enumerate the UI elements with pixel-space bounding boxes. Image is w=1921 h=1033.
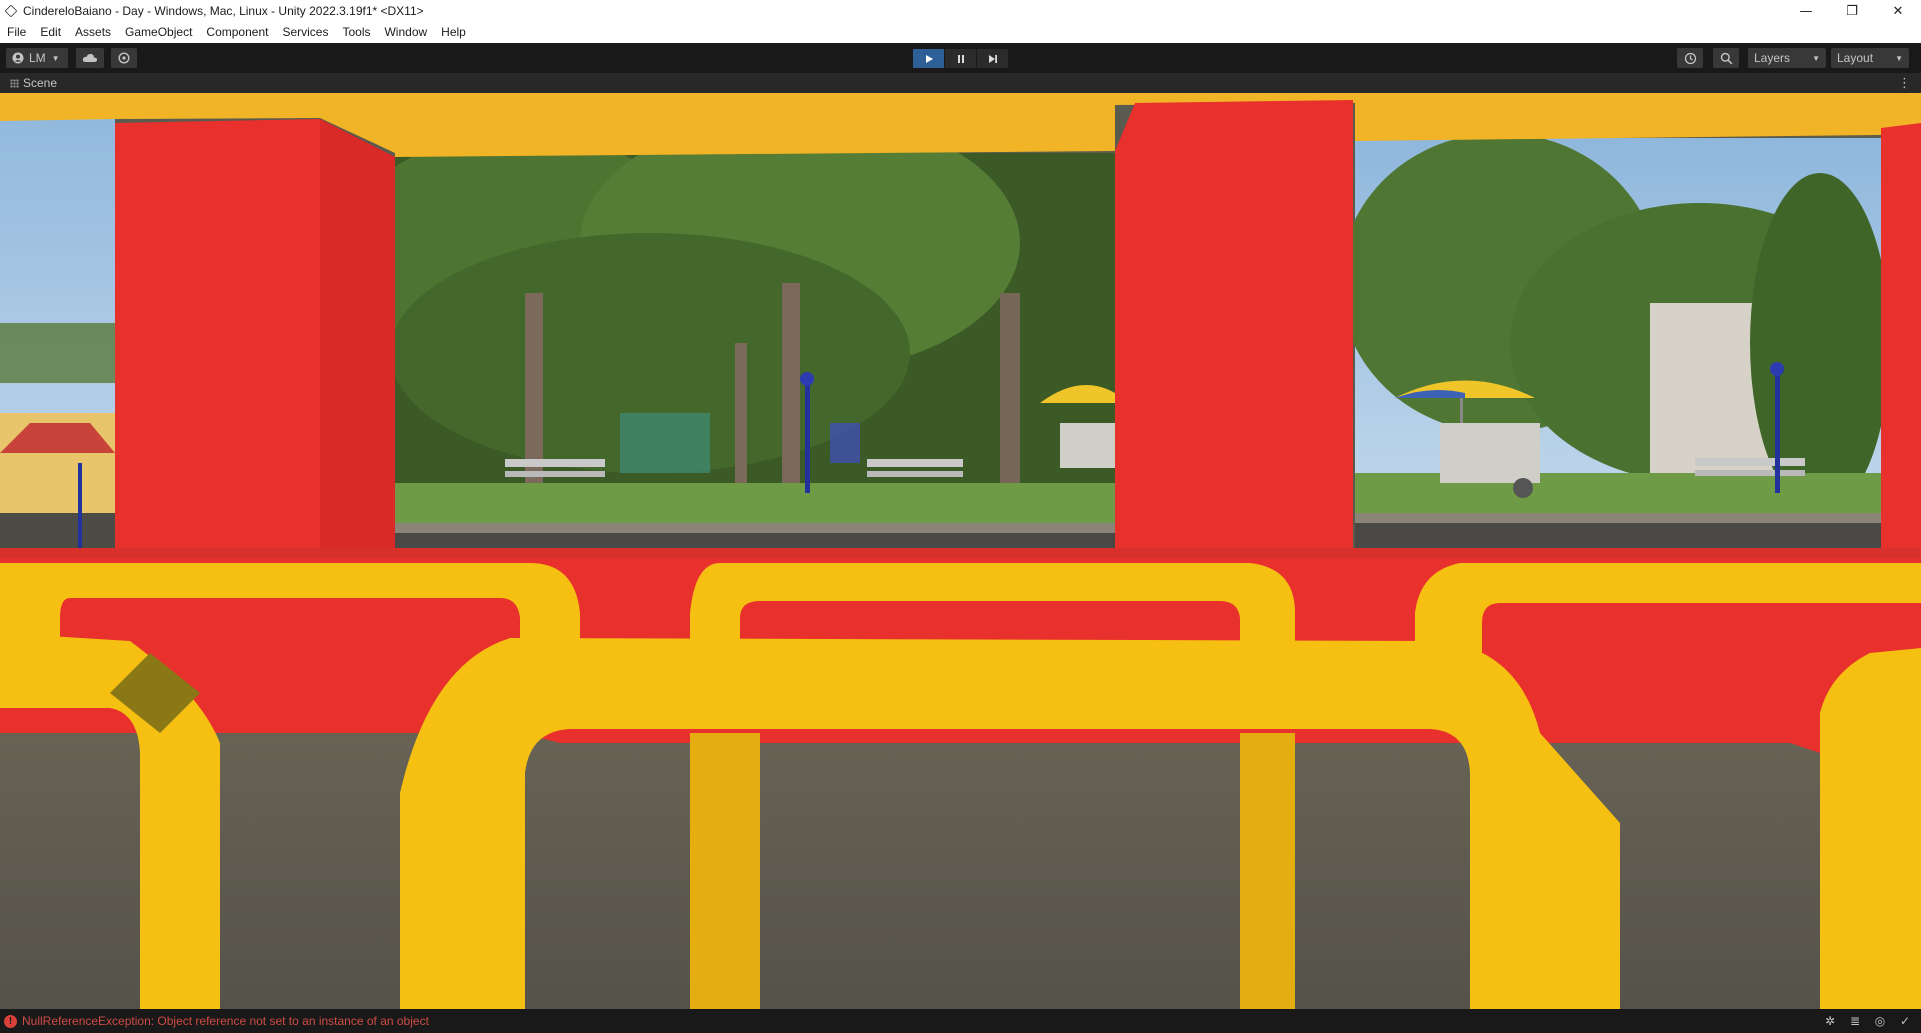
layers-label: Layers: [1754, 51, 1791, 65]
collab-button[interactable]: [111, 48, 137, 68]
menu-gameobject[interactable]: GameObject: [118, 22, 199, 43]
tab-scene[interactable]: Scene: [23, 76, 57, 90]
cloud-icon: [82, 53, 98, 62]
foliage-left: [0, 323, 115, 383]
account-label: LM: [29, 51, 46, 65]
error-icon: !: [4, 1014, 17, 1028]
status-bar: ! NullReferenceException: Object referen…: [0, 1009, 1921, 1033]
seat-leg: [1240, 733, 1295, 1009]
tree-trunk: [782, 283, 800, 493]
pause-icon: [957, 54, 964, 63]
check-icon[interactable]: ✓: [1897, 1013, 1913, 1029]
chevron-down-icon: ▼: [1895, 53, 1903, 63]
bus-pillar-right: [1881, 123, 1921, 563]
history-icon: [1684, 52, 1696, 64]
bus-pillar-center: [1115, 100, 1353, 553]
minimize-button[interactable]: —: [1783, 0, 1829, 22]
title-bar: CindereloBaiano - Day - Windows, Mac, Li…: [0, 0, 1921, 22]
menu-tools[interactable]: Tools: [335, 22, 377, 43]
scene-viewport[interactable]: [0, 93, 1921, 1009]
seat-frame-front: [1820, 648, 1921, 1009]
cart-wheel: [1513, 478, 1533, 498]
background-house: [620, 413, 710, 473]
step-button[interactable]: [977, 49, 1008, 68]
food-cart: [1060, 423, 1115, 468]
grass: [1355, 473, 1881, 513]
chevron-down-icon: ▼: [1812, 53, 1820, 63]
menu-help[interactable]: Help: [434, 22, 473, 43]
street-lamp-head: [800, 372, 814, 386]
park-bench: [867, 471, 963, 477]
debug-bug-icon[interactable]: ✲: [1822, 1013, 1838, 1029]
menu-edit[interactable]: Edit: [33, 22, 68, 43]
layout-dropdown[interactable]: Layout ▼: [1831, 48, 1909, 68]
pause-button[interactable]: [945, 49, 976, 68]
restore-button[interactable]: ❐: [1829, 0, 1875, 22]
close-button[interactable]: ✕: [1875, 0, 1921, 22]
unity-logo-icon: [4, 4, 18, 18]
menu-assets[interactable]: Assets: [68, 22, 118, 43]
collab-icon: [118, 52, 130, 64]
main-toolbar: LM ▼ Layers ▼ Layout ▼: [0, 43, 1921, 73]
status-icons: ✲ ≣ ◎ ✓: [1822, 1013, 1913, 1029]
progress-icon[interactable]: ◎: [1872, 1013, 1888, 1029]
menu-component[interactable]: Component: [199, 22, 275, 43]
scene-render: [0, 93, 1921, 1009]
background-house: [830, 423, 860, 463]
street-lamp: [1775, 373, 1780, 493]
tree-trunk: [1000, 293, 1020, 493]
scene-grid-icon: [10, 78, 19, 88]
park-bench: [1695, 458, 1805, 466]
console-error-message[interactable]: NullReferenceException: Object reference…: [22, 1014, 429, 1028]
park-bench: [505, 471, 605, 477]
sidewalk: [1355, 513, 1881, 523]
menu-file[interactable]: File: [0, 22, 33, 43]
play-controls: [913, 49, 1009, 68]
step-icon: [988, 54, 997, 63]
grass: [395, 483, 1115, 523]
menu-services[interactable]: Services: [275, 22, 335, 43]
park-bench: [505, 459, 605, 467]
sidewalk: [395, 523, 1115, 533]
layout-label: Layout: [1837, 51, 1874, 65]
park-bench: [1695, 470, 1805, 476]
search-button[interactable]: [1713, 48, 1739, 68]
account-icon: [12, 52, 24, 64]
menu-window[interactable]: Window: [377, 22, 434, 43]
chevron-down-icon: ▼: [51, 53, 60, 63]
seat-leg: [690, 733, 760, 1009]
tree-trunk: [735, 343, 747, 493]
bus-window-sill: [0, 548, 1921, 558]
scene-tab-bar: Scene ⋮: [0, 73, 1921, 93]
search-icon: [1720, 52, 1732, 64]
play-button[interactable]: [913, 49, 944, 68]
window-controls: — ❐ ✕: [1783, 0, 1921, 22]
play-icon: [925, 54, 933, 63]
layers-dropdown[interactable]: Layers ▼: [1748, 48, 1826, 68]
undo-history-button[interactable]: [1677, 48, 1703, 68]
cloud-button[interactable]: [76, 48, 104, 68]
window-title: CindereloBaiano - Day - Windows, Mac, Li…: [23, 4, 424, 18]
stack-icon[interactable]: ≣: [1847, 1013, 1863, 1029]
more-options-icon[interactable]: ⋮: [1898, 75, 1911, 91]
bus-pillar-left-side: [320, 119, 395, 555]
account-dropdown[interactable]: LM ▼: [6, 48, 68, 68]
menu-bar: File Edit Assets GameObject Component Se…: [0, 22, 1921, 43]
street-lamp-head: [1770, 362, 1784, 376]
park-bench: [867, 459, 963, 467]
food-cart: [1440, 423, 1540, 483]
street-lamp: [805, 383, 810, 493]
